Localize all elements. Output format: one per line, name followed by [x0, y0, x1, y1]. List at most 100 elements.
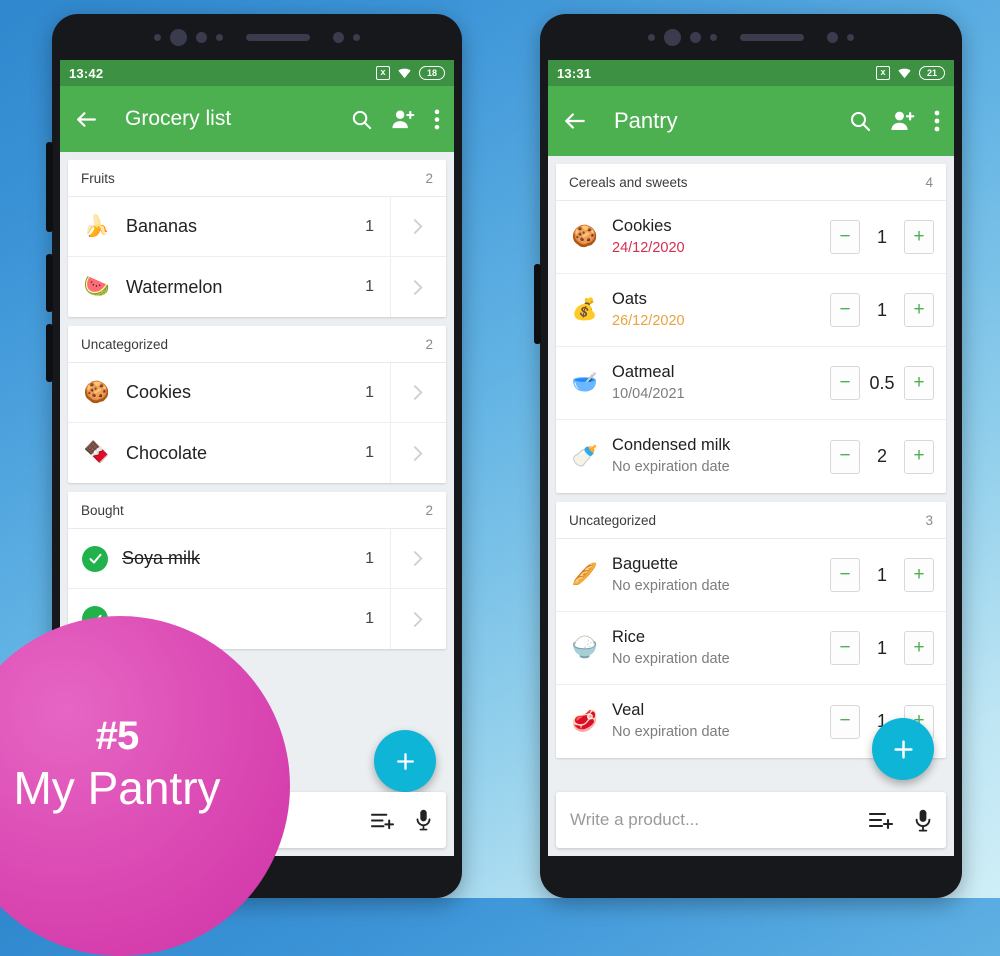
category-count: 2: [425, 503, 433, 518]
person-add-icon[interactable]: [890, 109, 916, 133]
check-circle-icon[interactable]: [82, 545, 108, 572]
playlist-add-icon[interactable]: [370, 810, 395, 831]
quantity-stepper[interactable]: − 1 +: [830, 293, 934, 327]
page-title: Pantry: [614, 108, 678, 133]
search-icon[interactable]: [350, 108, 373, 131]
pantry-row[interactable]: 🥖 Baguette No expiration date − 1 +: [556, 539, 946, 612]
decrement-button[interactable]: −: [830, 704, 860, 739]
product-input-bar[interactable]: Write a product...: [556, 792, 946, 848]
grocery-row[interactable]: 🍫 Chocolate 1: [68, 423, 446, 483]
more-vert-icon[interactable]: [934, 109, 940, 133]
grocery-row[interactable]: 🍪 Cookies 1: [68, 363, 446, 423]
status-clock: 13:31: [557, 65, 592, 81]
chevron-right-icon[interactable]: [390, 589, 446, 649]
chevron-right-icon[interactable]: [390, 363, 446, 422]
product-input-placeholder[interactable]: Write a product...: [570, 810, 848, 830]
category-header[interactable]: Bought 2: [68, 492, 446, 529]
chevron-right-icon[interactable]: [390, 257, 446, 317]
pantry-item-name: Rice: [612, 627, 646, 646]
front-camera-icon: [664, 28, 681, 46]
back-button[interactable]: [562, 108, 588, 134]
quantity-value: 1: [876, 564, 887, 585]
more-vert-icon[interactable]: [434, 108, 440, 131]
increment-button[interactable]: +: [904, 366, 934, 400]
category-header[interactable]: Fruits 2: [68, 160, 446, 197]
category-header[interactable]: Uncategorized 3: [556, 502, 946, 539]
grocery-item-name: Cookies: [126, 382, 192, 402]
phone-side-button: [46, 324, 53, 382]
pantry-item-expiry: 10/04/2021: [612, 385, 685, 402]
sensor-icon: [154, 33, 161, 41]
decrement-button[interactable]: −: [830, 220, 860, 254]
pantry-item-name: Condensed milk: [612, 436, 731, 455]
pantry-row[interactable]: 🍪 Cookies 24/12/2020 − 1 +: [556, 201, 946, 274]
pantry-item-expiry: 26/12/2020: [612, 312, 685, 329]
app-bar-pantry: Pantry: [548, 86, 954, 156]
quantity-stepper[interactable]: − 1 +: [830, 220, 934, 254]
increment-button[interactable]: +: [904, 220, 934, 254]
microphone-icon[interactable]: [914, 808, 932, 833]
status-icon-group: x 21: [876, 66, 945, 80]
phone-screen-pantry: 13:31 x 21 Pantry Cereals and sweets 4 🍪…: [548, 60, 954, 856]
decrement-button[interactable]: −: [830, 439, 860, 474]
sensor-icon: [196, 31, 207, 43]
pantry-row[interactable]: 🍼 Condensed milk No expiration date − 2 …: [556, 420, 946, 493]
search-icon[interactable]: [848, 109, 872, 133]
no-sim-icon: x: [376, 66, 390, 80]
grocery-row-main[interactable]: Soya milk 1: [68, 529, 390, 588]
pantry-row[interactable]: 🍚 Rice No expiration date − 1 +: [556, 612, 946, 685]
category-header[interactable]: Cereals and sweets 4: [556, 164, 946, 201]
baguette-emoji: 🥖: [571, 563, 599, 586]
category-card: Uncategorized 3 🥖 Baguette No expiration…: [556, 502, 946, 758]
chevron-right-icon[interactable]: [390, 423, 446, 483]
grocery-row[interactable]: 🍌 Bananas 1: [68, 197, 446, 257]
quantity-stepper[interactable]: − 2 +: [830, 439, 934, 474]
chevron-right-icon[interactable]: [390, 529, 446, 588]
increment-button[interactable]: +: [904, 631, 934, 665]
pantry-list-area[interactable]: Cereals and sweets 4 🍪 Cookies 24/12/202…: [548, 156, 954, 792]
phone-top-bezel: [52, 14, 462, 60]
category-header[interactable]: Uncategorized 2: [68, 326, 446, 363]
category-count: 2: [425, 337, 433, 352]
grocery-row-main[interactable]: 🍉 Watermelon 1: [68, 257, 390, 317]
grocery-row-main[interactable]: 🍌 Bananas 1: [68, 197, 390, 256]
pantry-row[interactable]: 🥣 Oatmeal 10/04/2021 − 0.5 +: [556, 347, 946, 420]
grocery-row-main[interactable]: 🍪 Cookies 1: [68, 363, 390, 422]
sensor-icon: [353, 33, 360, 41]
pantry-row-info: Oats 26/12/2020: [612, 289, 830, 331]
decrement-button[interactable]: −: [830, 631, 860, 665]
oatmeal-bowl-emoji: 🥣: [571, 371, 599, 394]
chevron-right-icon[interactable]: [390, 197, 446, 256]
category-card: Cereals and sweets 4 🍪 Cookies 24/12/202…: [556, 164, 946, 493]
quantity-stepper[interactable]: − 1 +: [830, 558, 934, 592]
playlist-add-icon[interactable]: [868, 809, 894, 831]
add-item-fab[interactable]: [374, 730, 436, 792]
decrement-button[interactable]: −: [830, 558, 860, 592]
add-item-fab[interactable]: [872, 718, 934, 780]
increment-button[interactable]: +: [904, 558, 934, 592]
category-name: Fruits: [81, 171, 115, 186]
sensor-icon: [827, 31, 838, 43]
pantry-row[interactable]: 💰 Oats 26/12/2020 − 1 +: [556, 274, 946, 347]
pantry-item-expiry: No expiration date: [612, 577, 730, 594]
increment-button[interactable]: +: [904, 439, 934, 474]
person-add-icon[interactable]: [391, 108, 416, 131]
decrement-button[interactable]: −: [830, 366, 860, 400]
grocery-row[interactable]: Soya milk 1: [68, 529, 446, 589]
status-bar: 13:31 x 21: [548, 60, 954, 86]
category-count: 4: [925, 175, 933, 190]
increment-button[interactable]: +: [904, 293, 934, 327]
category-name: Bought: [81, 503, 124, 518]
microphone-icon[interactable]: [415, 808, 432, 832]
quantity-stepper[interactable]: − 1 +: [830, 631, 934, 665]
grocery-row[interactable]: 🍉 Watermelon 1: [68, 257, 446, 317]
status-clock: 13:42: [69, 65, 104, 81]
quantity-stepper[interactable]: − 0.5 +: [830, 366, 934, 400]
grocery-row-main[interactable]: 🍫 Chocolate 1: [68, 423, 390, 483]
back-button[interactable]: [74, 107, 99, 132]
pantry-item-expiry: No expiration date: [612, 724, 730, 741]
category-name: Cereals and sweets: [569, 175, 688, 190]
pantry-item-name: Oatmeal: [612, 362, 675, 381]
sensor-icon: [216, 33, 223, 41]
decrement-button[interactable]: −: [830, 293, 860, 327]
